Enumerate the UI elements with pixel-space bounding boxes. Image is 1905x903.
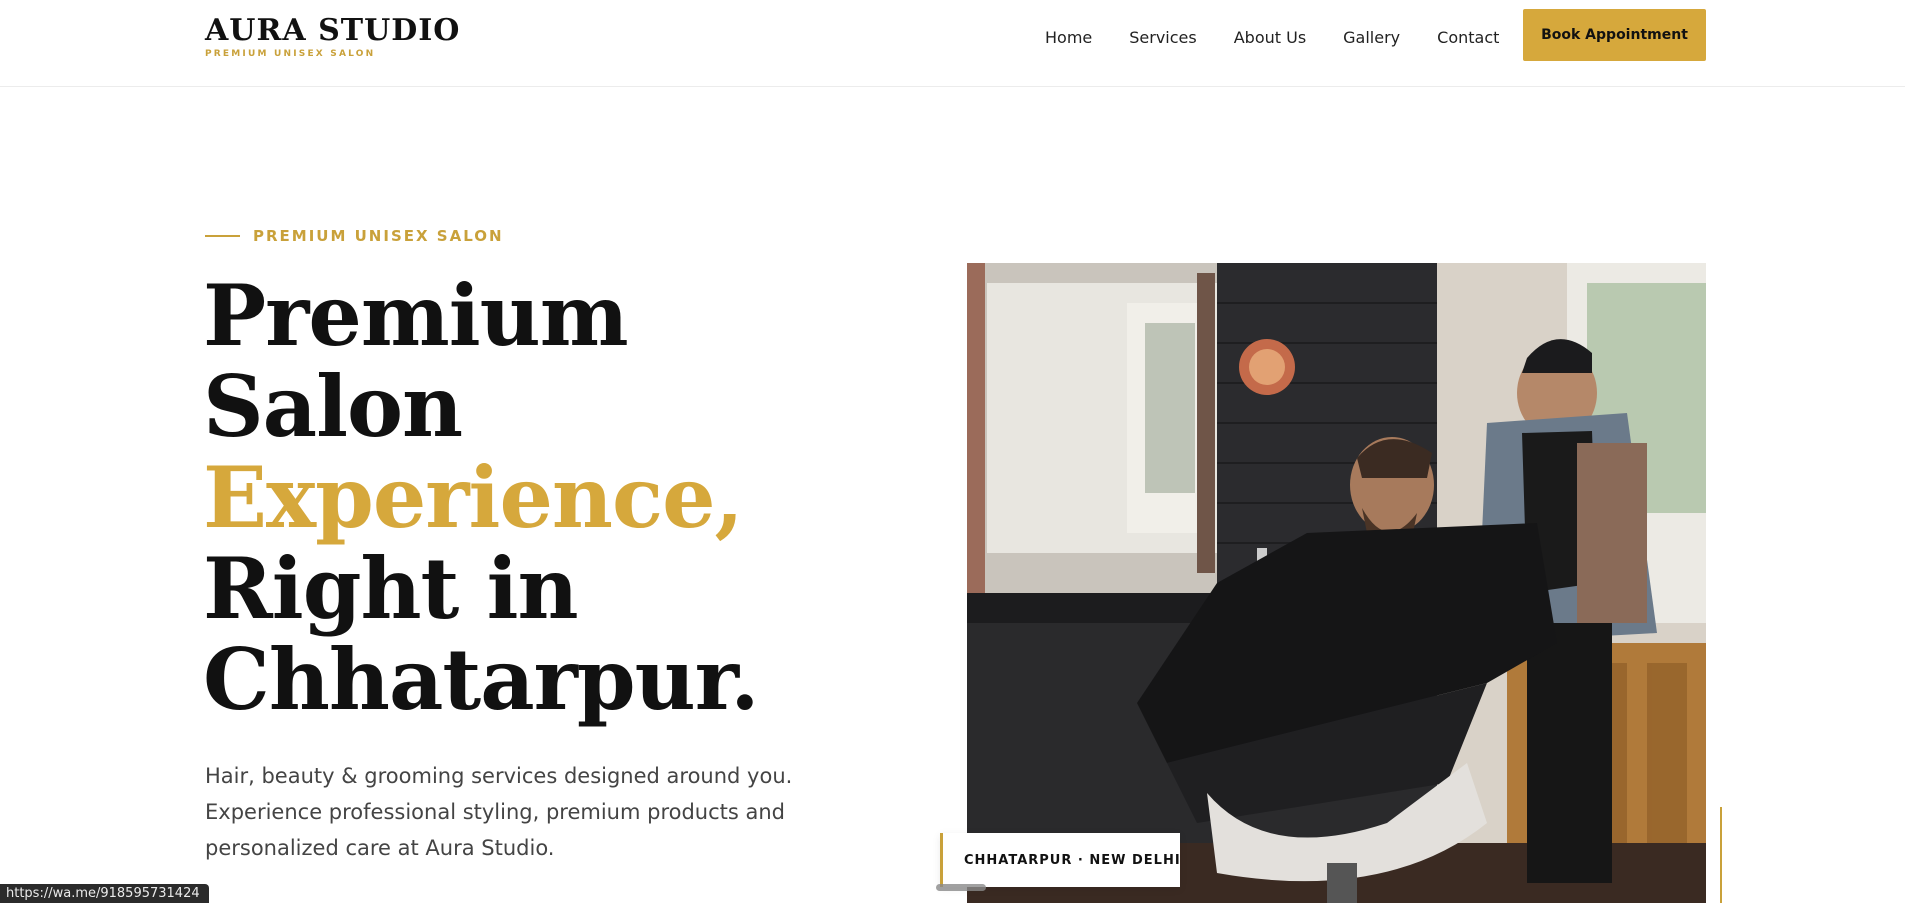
browser-status-url: https://wa.me/918595731424 bbox=[0, 884, 209, 903]
headline-line-3-accent: Experience, bbox=[203, 448, 744, 547]
nav-item-gallery[interactable]: Gallery bbox=[1343, 28, 1400, 47]
slider-indicator[interactable] bbox=[936, 884, 986, 891]
decorative-gold-rule bbox=[1720, 807, 1722, 903]
nav-item-home[interactable]: Home bbox=[1045, 28, 1092, 47]
nav-item-services[interactable]: Services bbox=[1129, 28, 1196, 47]
description-line-1: Hair, beauty & grooming services designe… bbox=[205, 764, 793, 788]
eyebrow-text: PREMIUM UNISEX SALON bbox=[253, 227, 504, 245]
nav-item-contact[interactable]: Contact bbox=[1437, 28, 1499, 47]
eyebrow-divider bbox=[205, 235, 240, 237]
location-badge-text: CHHATARPUR · NEW DELHI bbox=[964, 852, 1181, 868]
nav-item-about-us[interactable]: About Us bbox=[1234, 28, 1306, 47]
headline-line-1: Premium bbox=[203, 266, 629, 365]
hero-barbershop-photo bbox=[967, 263, 1706, 903]
book-appointment-button[interactable]: Book Appointment bbox=[1523, 9, 1706, 61]
brand-title: AURA STUDIO bbox=[205, 13, 461, 48]
description-line-3: personalized care at Aura Studio. bbox=[205, 836, 555, 860]
headline-line-4: Right in bbox=[203, 539, 579, 638]
headline-line-2: Salon bbox=[203, 357, 463, 456]
brand-logo[interactable]: AURA STUDIO PREMIUM UNISEX SALON bbox=[205, 13, 461, 60]
main-nav: Home Services About Us Gallery Contact bbox=[1045, 28, 1536, 47]
barbershop-illustration bbox=[967, 263, 1706, 903]
site-header: AURA STUDIO PREMIUM UNISEX SALON Home Se… bbox=[0, 0, 1905, 87]
headline-line-5: Chhatarpur. bbox=[203, 630, 760, 729]
description-line-2: Experience professional styling, premium… bbox=[205, 800, 786, 824]
location-badge: CHHATARPUR · NEW DELHI bbox=[940, 833, 1180, 887]
hero-headline: Premium Salon Experience, Right in Chhat… bbox=[203, 270, 963, 725]
hero-eyebrow: PREMIUM UNISEX SALON bbox=[205, 227, 504, 245]
brand-subtitle: PREMIUM UNISEX SALON bbox=[205, 49, 376, 59]
hero-description: Hair, beauty & grooming services designe… bbox=[205, 758, 805, 866]
